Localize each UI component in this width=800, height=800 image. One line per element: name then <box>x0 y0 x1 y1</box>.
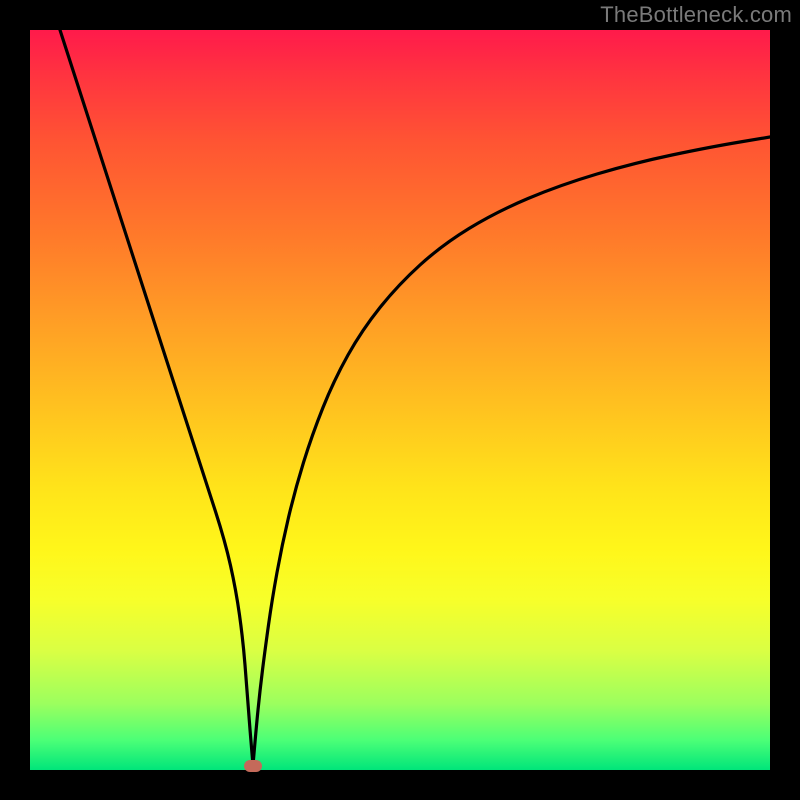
chart-frame: TheBottleneck.com <box>0 0 800 800</box>
bottleneck-curve <box>30 30 770 770</box>
watermark-text: TheBottleneck.com <box>600 2 792 28</box>
plot-area <box>30 30 770 770</box>
optimal-point-marker <box>244 760 262 772</box>
